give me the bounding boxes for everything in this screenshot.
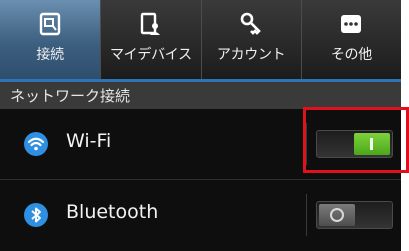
row-separator: [306, 194, 307, 236]
section-title: ネットワーク接続: [10, 87, 131, 105]
highlight-box: [303, 107, 409, 173]
section-header: ネットワーク接続: [0, 82, 401, 109]
bluetooth-row[interactable]: Bluetooth: [0, 180, 401, 250]
bluetooth-icon: [24, 203, 48, 227]
tab-connections[interactable]: 接続: [0, 0, 101, 79]
wifi-label: Wi-Fi: [66, 130, 112, 152]
bluetooth-toggle[interactable]: [316, 201, 393, 229]
my-device-icon: [136, 12, 166, 36]
tab-bar: 接続 マイデバイス アカウント その他: [0, 0, 401, 79]
tab-my-device-label: マイデバイス: [109, 47, 192, 63]
account-key-icon: [236, 12, 266, 36]
tab-account[interactable]: アカウント: [200, 0, 301, 79]
toggle-knob: [319, 204, 355, 226]
wifi-icon: [24, 132, 48, 156]
tab-connections-label: 接続: [36, 47, 64, 63]
more-icon: [336, 12, 366, 36]
connections-icon: [35, 12, 65, 36]
tab-more[interactable]: その他: [300, 0, 401, 79]
bluetooth-label: Bluetooth: [66, 201, 159, 223]
tab-account-label: アカウント: [216, 47, 286, 63]
tab-more-label: その他: [330, 47, 372, 63]
tab-my-device[interactable]: マイデバイス: [100, 0, 200, 79]
